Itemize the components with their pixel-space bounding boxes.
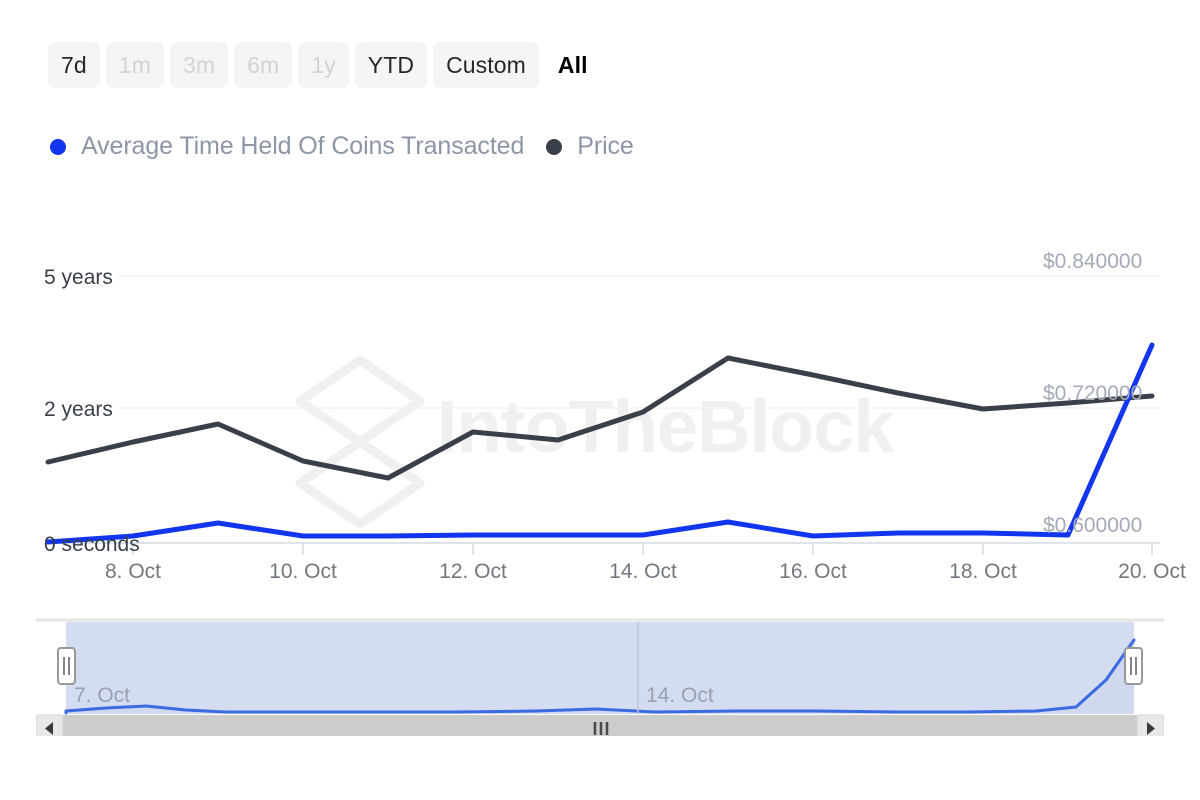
range-button-1y: 1y — [298, 42, 349, 88]
legend-item-average-time-held[interactable]: Average Time Held Of Coins Transacted — [50, 132, 524, 161]
legend-label-price: Price — [577, 132, 634, 160]
chart-plot-area[interactable]: IntoTheBlock 5 years 2 years 0 seconds $… — [0, 230, 1200, 590]
intotheblock-watermark: IntoTheBlock — [295, 355, 897, 529]
x-axis-label-8-oct: 8. Oct — [105, 560, 161, 583]
legend-item-price[interactable]: Price — [546, 132, 634, 161]
nav-handle-left-icon[interactable] — [57, 647, 76, 685]
nav-handle-right-icon[interactable] — [1124, 647, 1143, 685]
range-button-6m: 6m — [234, 42, 293, 88]
range-button-custom[interactable]: Custom — [433, 42, 539, 88]
y-axis-right-label-084: $0.840000 — [1043, 250, 1142, 273]
x-axis-label-18-oct: 18. Oct — [949, 560, 1017, 583]
range-button-7d[interactable]: 7d — [48, 42, 100, 88]
series-dot-icon — [50, 138, 66, 155]
y-axis-left-label-5-years: 5 years — [44, 266, 113, 289]
range-button-3m: 3m — [169, 42, 229, 88]
y-axis-right-label-060: $0.600000 — [1043, 514, 1142, 537]
x-axis-label-16-oct: 16. Oct — [779, 560, 847, 583]
legend-label-average-time-held: Average Time Held Of Coins Transacted — [81, 132, 525, 160]
x-axis-label-14-oct: 14. Oct — [609, 560, 677, 583]
range-button-ytd[interactable]: YTD — [354, 42, 428, 88]
chart-svg: IntoTheBlock 5 years 2 years 0 seconds $… — [44, 250, 1186, 583]
range-button-1m: 1m — [105, 42, 164, 88]
x-axis-ticks — [132, 543, 1153, 555]
y-axis-right-label-072: $0.720000 — [1043, 382, 1142, 405]
range-selector: 7d 1m 3m 6m 1y YTD Custom All — [48, 42, 601, 88]
navigator-selected-range[interactable] — [66, 622, 1134, 714]
series-dot-icon — [546, 138, 563, 155]
navigator-svg: 7. Oct 14. Oct — [36, 618, 1164, 736]
scroll-left-arrow-icon[interactable] — [36, 714, 64, 736]
y-axis-left-label-0-seconds: 0 seconds — [44, 533, 140, 556]
x-axis-label-20-oct: 20. Oct — [1118, 560, 1186, 583]
intotheblock-hexagon-logo-icon — [295, 355, 425, 529]
range-button-all[interactable]: All — [545, 42, 601, 88]
x-axis-label-12-oct: 12. Oct — [439, 560, 507, 583]
scroll-right-arrow-icon[interactable] — [1136, 714, 1164, 736]
chart-legend: Average Time Held Of Coins Transacted Pr… — [50, 132, 634, 161]
chart-navigator[interactable]: 7. Oct 14. Oct — [36, 618, 1164, 736]
navigator-date-label-14-oct: 14. Oct — [646, 684, 714, 707]
x-axis-label-10-oct: 10. Oct — [269, 560, 337, 583]
navigator-date-label-7-oct: 7. Oct — [74, 684, 130, 707]
y-axis-left-label-2-years: 2 years — [44, 398, 113, 421]
